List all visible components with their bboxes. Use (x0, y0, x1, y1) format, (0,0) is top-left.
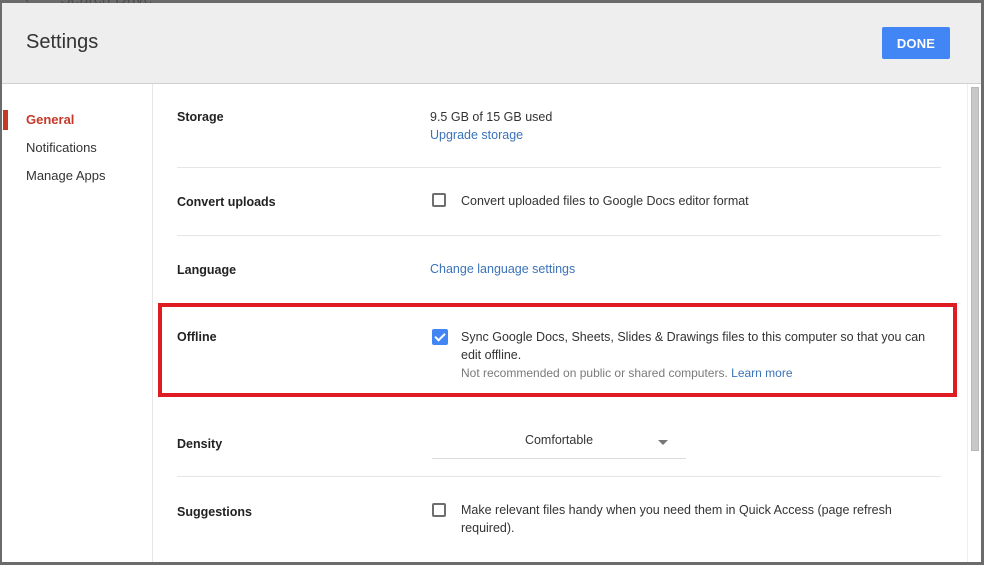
done-button[interactable]: DONE (882, 27, 950, 59)
dialog-header: Settings DONE (2, 3, 981, 84)
convert-uploads-text: Convert uploaded files to Google Docs ed… (461, 194, 749, 208)
upgrade-storage-link[interactable]: Upgrade storage (430, 128, 523, 142)
setting-row-language: Language Change language settings (177, 236, 941, 302)
offline-warning-text: Not recommended on public or shared comp… (461, 366, 728, 380)
convert-uploads-label: Convert uploads (177, 195, 276, 209)
scrollbar-thumb[interactable] (971, 87, 979, 451)
density-selected-value: Comfortable (524, 433, 594, 447)
storage-label: Storage (177, 110, 224, 124)
offline-sync-text: Sync Google Docs, Sheets, Slides & Drawi… (461, 330, 926, 362)
change-language-link[interactable]: Change language settings (430, 262, 575, 276)
suggestions-checkbox[interactable] (432, 503, 446, 517)
setting-row-storage: Storage 9.5 GB of 15 GB used Upgrade sto… (177, 84, 941, 168)
learn-more-link[interactable]: Learn more (731, 366, 792, 380)
sidebar-item-notifications[interactable]: Notifications (2, 134, 152, 162)
sidebar-item-manage-apps[interactable]: Manage Apps (2, 162, 152, 190)
settings-dialog: Settings DONE General Notifications Mana… (2, 3, 981, 562)
density-label: Density (177, 437, 223, 451)
language-value: Change language settings (430, 260, 575, 278)
dialog-title: Settings (26, 31, 99, 53)
density-dropdown[interactable]: Comfortable (432, 426, 686, 459)
setting-row-suggestions: Suggestions Make relevant files handy wh… (177, 477, 941, 562)
suggestions-label: Suggestions (177, 505, 253, 519)
setting-row-convert-uploads: Convert uploads Convert uploaded files t… (177, 168, 941, 236)
offline-label: Offline (177, 330, 217, 344)
scrollbar[interactable] (967, 84, 981, 562)
storage-usage-text: 9.5 GB of 15 GB used (430, 110, 553, 124)
setting-row-density: Density Comfortable (177, 404, 941, 477)
setting-row-offline: Offline Sync Google Docs, Sheets, Slides… (177, 303, 941, 404)
settings-content: Storage 9.5 GB of 15 GB used Upgrade sto… (153, 84, 967, 562)
settings-sidebar: General Notifications Manage Apps (2, 84, 153, 562)
storage-value: 9.5 GB of 15 GB used Upgrade storage (430, 108, 552, 144)
offline-text: Sync Google Docs, Sheets, Slides & Drawi… (461, 328, 931, 382)
sidebar-item-general[interactable]: General (2, 106, 152, 134)
offline-sync-checkbox[interactable] (432, 329, 448, 345)
suggestions-text: Make relevant files handy when you need … (461, 503, 892, 535)
dropdown-arrow-icon (658, 440, 668, 445)
convert-uploads-checkbox[interactable] (432, 193, 446, 207)
language-label: Language (177, 263, 237, 277)
offline-note: Not recommended on public or shared comp… (461, 364, 931, 382)
